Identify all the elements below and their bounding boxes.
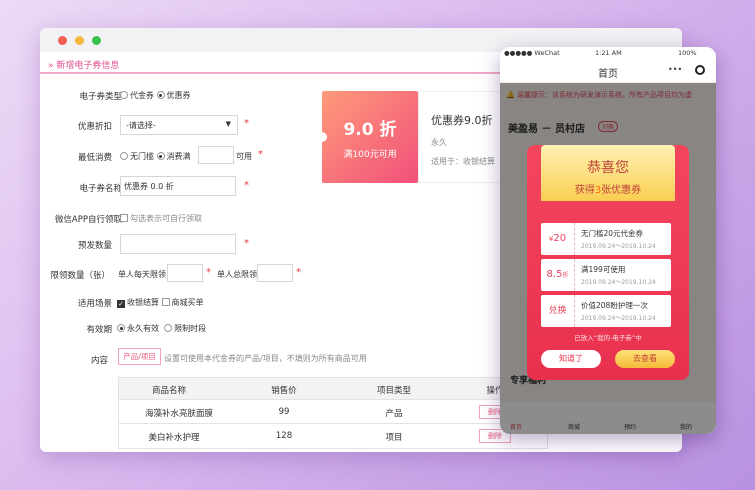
chevron-down-icon: ▼ [225,120,231,128]
product-table: 商品名称 销售价 项目类型 操作 海藻补水亮肤面膜 99 产品 删除 美白补水护… [118,377,548,449]
pre-issue-label: 预发数量 [77,241,112,251]
popup-title: 恭喜您 [587,160,629,176]
type-voucher-radio[interactable]: 代金券 [120,91,154,100]
required-mark: * [206,267,211,278]
total-limit-input[interactable] [257,264,293,282]
min-spend-input[interactable] [198,146,234,164]
preview-validity: 永久 [431,138,447,147]
phone-mockup: ●●●●● WeChat 1:21 AM 100% 首页 ••• 🔔 温馨提示：… [500,47,716,434]
coupon-name-label: 电子券名称 [79,184,122,194]
table-header: 商品名称 销售价 项目类型 操作 [119,378,547,400]
status-bar: ●●●●● WeChat 1:21 AM 100% [500,47,716,59]
coupon-type-label: 电子券类型 [79,92,122,102]
more-icon[interactable]: ••• [668,65,682,74]
content-label: 内容 [90,356,108,366]
validity-forever-radio[interactable]: 永久有效 [117,324,159,333]
min-spend-unit: 可用 [236,152,252,161]
required-mark: * [244,180,249,191]
preview-title: 优惠券9.0折 [431,114,493,127]
preview-condition: 满100元可用 [343,150,397,160]
preview-value: 9.0 折 [343,120,397,140]
pre-issue-input[interactable] [120,234,236,254]
status-time: 1:21 AM [595,49,622,57]
min-spend-radio[interactable]: 消费满 [156,152,191,161]
required-mark: * [258,149,263,160]
type-discount-radio[interactable]: 优惠券 [156,91,191,100]
coupon-item[interactable]: 8.5折 满199可使用 2019.09.24～2019.10.24 [541,259,671,291]
coupon-preview-left: 9.0 折 满100元可用 [317,91,418,183]
target-icon[interactable] [695,65,705,75]
minimize-dot-icon[interactable] [75,36,84,45]
limit-label: 限领数量（张） [50,271,110,281]
validity-label: 有效期 [86,325,112,335]
required-mark: * [244,118,249,129]
nav-title: 首页 [598,69,618,80]
coupon-preview-right: 优惠券9.0折 永久 适用于：收银结算 [418,91,508,183]
maximize-dot-icon[interactable] [92,36,101,45]
min-none-radio[interactable]: 无门槛 [120,152,154,161]
th-price: 销售价 [271,386,297,396]
page-title: » 新增电子券信息 [48,61,120,71]
select-product-button[interactable]: 产品/项目 [118,348,161,365]
table-row: 美白补水护理 128 项目 删除 [119,424,547,448]
validity-period-radio[interactable]: 限制时段 [164,324,206,333]
popup-envelope: 恭喜您 获得3张优惠券 [541,145,675,201]
coupon-item[interactable]: 兑换 价值208盼护理一次 2019.09.24～2019.10.24 [541,295,671,327]
coupon-item[interactable]: ¥20 无门槛20元代金券 2019.09.24～2019.10.24 [541,223,671,255]
th-name: 商品名称 [151,386,186,396]
scene-mall-checkbox[interactable]: 商城买单 [161,298,204,307]
popup-footer: 已放入“我的-电子券”中 [574,334,642,342]
min-spend-label: 最低消费 [77,153,112,163]
reward-popup: 恭喜您 获得3张优惠券 ¥20 无门槛20元代金券 2019.09.24～201… [527,145,689,380]
total-limit-label: 单人总限领 [217,270,257,279]
required-mark: * [244,238,249,249]
discount-label: 优惠折扣 [77,122,112,132]
per-day-input[interactable] [167,264,203,282]
per-day-label: 单人每天限领 [118,270,166,279]
content-hint: 设置可使用本代金券的产品/项目，不填则为所有商品可用 [164,354,367,363]
coupon-name-input[interactable]: 优惠券 0.0 折 [120,176,236,196]
scene-cashier-checkbox[interactable]: ✓ 收银结算 [117,298,159,308]
th-type: 项目类型 [376,386,411,396]
preview-scope: 适用于：收银结算 [431,157,495,166]
app-claim-checkbox[interactable]: 勾选表示可自行领取 [120,213,202,224]
scene-label: 适用场景 [77,299,112,309]
got-it-button[interactable]: 知道了 [541,350,601,368]
nav-bar: 首页 ••• [500,59,716,83]
required-mark: * [296,267,301,278]
app-claim-label: 微信APP自行领取 [54,215,122,225]
close-dot-icon[interactable] [58,36,67,45]
table-row: 海藻补水亮肤面膜 99 产品 删除 [119,400,547,424]
battery: 100% [678,49,697,57]
view-button[interactable]: 去查看 [615,350,675,368]
discount-select[interactable]: -请选择- ▼ [120,115,238,135]
popup-subtitle: 获得3张优惠券 [574,185,642,196]
carrier: ●●●●● WeChat [504,49,560,57]
